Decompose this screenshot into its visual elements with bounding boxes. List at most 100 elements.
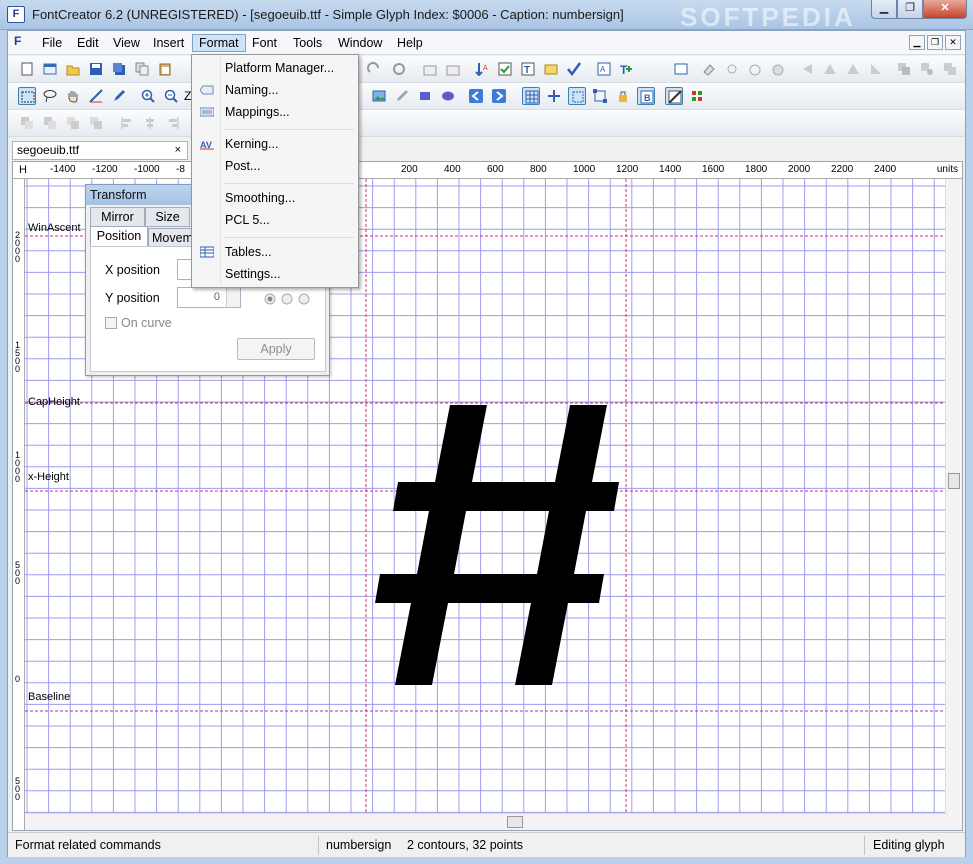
vertical-scrollbar[interactable] <box>945 179 962 830</box>
spin-arrows[interactable] <box>226 288 240 307</box>
order-backward-button[interactable] <box>64 114 82 132</box>
check-button[interactable] <box>565 60 583 78</box>
menu-view[interactable]: View <box>107 34 146 52</box>
refresh-button[interactable] <box>390 60 408 78</box>
align-right-button[interactable] <box>844 60 862 78</box>
intersect-button[interactable] <box>941 60 959 78</box>
menu-help[interactable]: Help <box>391 34 429 52</box>
mdi-minimize-button[interactable]: ▁ <box>909 35 925 50</box>
menu-item-post[interactable]: Post... <box>195 155 355 177</box>
app-icon[interactable]: F <box>7 6 25 23</box>
sort-button[interactable]: A <box>473 60 491 78</box>
menu-item-smoothing[interactable]: Smoothing... <box>195 187 355 209</box>
metrics-toggle[interactable] <box>568 87 586 105</box>
measure-tool[interactable] <box>87 87 105 105</box>
apply-button[interactable]: Apply <box>237 338 315 360</box>
copy-button[interactable] <box>133 60 151 78</box>
ellipse-tool[interactable] <box>439 87 457 105</box>
new-from-button[interactable] <box>41 60 59 78</box>
menu-edit[interactable]: Edit <box>71 34 105 52</box>
menu-item-platform-manager[interactable]: Platform Manager... <box>195 57 355 79</box>
pen-tool[interactable] <box>110 87 128 105</box>
menu-item-settings[interactable]: Settings... <box>195 263 355 285</box>
hand-tool[interactable] <box>64 87 82 105</box>
tab-size[interactable]: Size <box>145 207 190 227</box>
guidelines-toggle[interactable] <box>545 87 563 105</box>
glyph-add-button[interactable] <box>444 60 462 78</box>
document-icon[interactable]: F <box>14 34 34 51</box>
menu-insert[interactable]: Insert <box>147 34 190 52</box>
text-button[interactable]: T <box>519 60 537 78</box>
vertical-scroll-thumb[interactable] <box>948 473 960 489</box>
bounding-box-toggle[interactable] <box>591 87 609 105</box>
menu-item-tables[interactable]: Tables... <box>195 241 355 263</box>
redo-button[interactable] <box>365 60 383 78</box>
menu-item-pcl5[interactable]: PCL 5... <box>195 209 355 231</box>
align-center-edge-button[interactable] <box>141 114 159 132</box>
menu-font[interactable]: Font <box>246 34 283 52</box>
combine-button[interactable] <box>895 60 913 78</box>
close-tab-icon[interactable]: × <box>175 142 181 159</box>
zoom-out-button[interactable] <box>162 87 180 105</box>
menu-window[interactable]: Window <box>332 34 388 52</box>
menu-item-naming[interactable]: Naming... <box>195 79 355 101</box>
save-all-button[interactable] <box>110 60 128 78</box>
y-position-input[interactable]: 0 <box>177 287 241 308</box>
tab-mirror[interactable]: Mirror <box>90 207 145 227</box>
previous-glyph-button[interactable] <box>467 87 485 105</box>
caption-button[interactable] <box>542 60 560 78</box>
open-button[interactable] <box>64 60 82 78</box>
align-left-button[interactable] <box>798 60 816 78</box>
save-button[interactable] <box>87 60 105 78</box>
on-curve-checkbox[interactable] <box>105 317 117 329</box>
round-button[interactable] <box>746 60 764 78</box>
document-tab-segoeuib[interactable]: segoeuib.ttf × <box>12 141 188 160</box>
show-grid-toggle[interactable] <box>522 87 540 105</box>
menu-item-mappings[interactable]: Mappings... <box>195 101 355 123</box>
points-display-toggle[interactable] <box>688 87 706 105</box>
lasso-tool[interactable] <box>41 87 59 105</box>
lock-toggle[interactable] <box>614 87 632 105</box>
horizontal-scroll-thumb[interactable] <box>507 816 523 828</box>
rectangle-tool[interactable] <box>416 87 434 105</box>
glyph-props-button[interactable] <box>421 60 439 78</box>
align-center-button[interactable] <box>821 60 839 78</box>
glyph-list-button[interactable] <box>672 60 690 78</box>
order-back-button[interactable] <box>87 114 105 132</box>
fill-toggle[interactable] <box>665 87 683 105</box>
order-front-button[interactable] <box>18 114 36 132</box>
select-tool[interactable] <box>18 87 36 105</box>
glyph-box-toggle[interactable]: B <box>637 87 655 105</box>
align-left-edge-button[interactable] <box>118 114 136 132</box>
erase-button[interactable] <box>700 60 718 78</box>
maximize-button[interactable]: ❐ <box>897 0 923 19</box>
contour-button[interactable] <box>769 60 787 78</box>
anchor-radios[interactable] <box>263 292 313 306</box>
minimize-button[interactable]: ▁ <box>871 0 897 19</box>
glyph-outline[interactable] <box>375 405 619 685</box>
menu-item-kerning[interactable]: AV Kerning... <box>195 133 355 155</box>
preview-button[interactable]: A <box>595 60 613 78</box>
order-forward-button[interactable] <box>41 114 59 132</box>
menu-format[interactable]: Format <box>192 34 246 52</box>
align-right-edge-button[interactable] <box>164 114 182 132</box>
validate-button[interactable] <box>496 60 514 78</box>
menu-file[interactable]: File <box>36 34 68 52</box>
mdi-close-button[interactable]: ✕ <box>945 35 961 50</box>
new-button[interactable] <box>18 60 36 78</box>
flip-button[interactable] <box>867 60 885 78</box>
tab-position[interactable]: Position <box>90 226 148 248</box>
paste-button[interactable] <box>156 60 174 78</box>
menu-tools[interactable]: Tools <box>287 34 328 52</box>
next-glyph-button[interactable] <box>490 87 508 105</box>
points-button[interactable] <box>723 60 741 78</box>
close-button[interactable]: ✕ <box>923 0 967 19</box>
image-tool[interactable] <box>370 87 388 105</box>
horizontal-scrollbar[interactable] <box>25 813 947 830</box>
subtract-button[interactable] <box>918 60 936 78</box>
pencil-tool[interactable] <box>393 87 411 105</box>
zoom-in-button[interactable] <box>139 87 157 105</box>
install-font-button[interactable]: T <box>618 60 636 78</box>
tab-movement[interactable]: Movement <box>148 228 192 248</box>
mdi-restore-button[interactable]: ❐ <box>927 35 943 50</box>
